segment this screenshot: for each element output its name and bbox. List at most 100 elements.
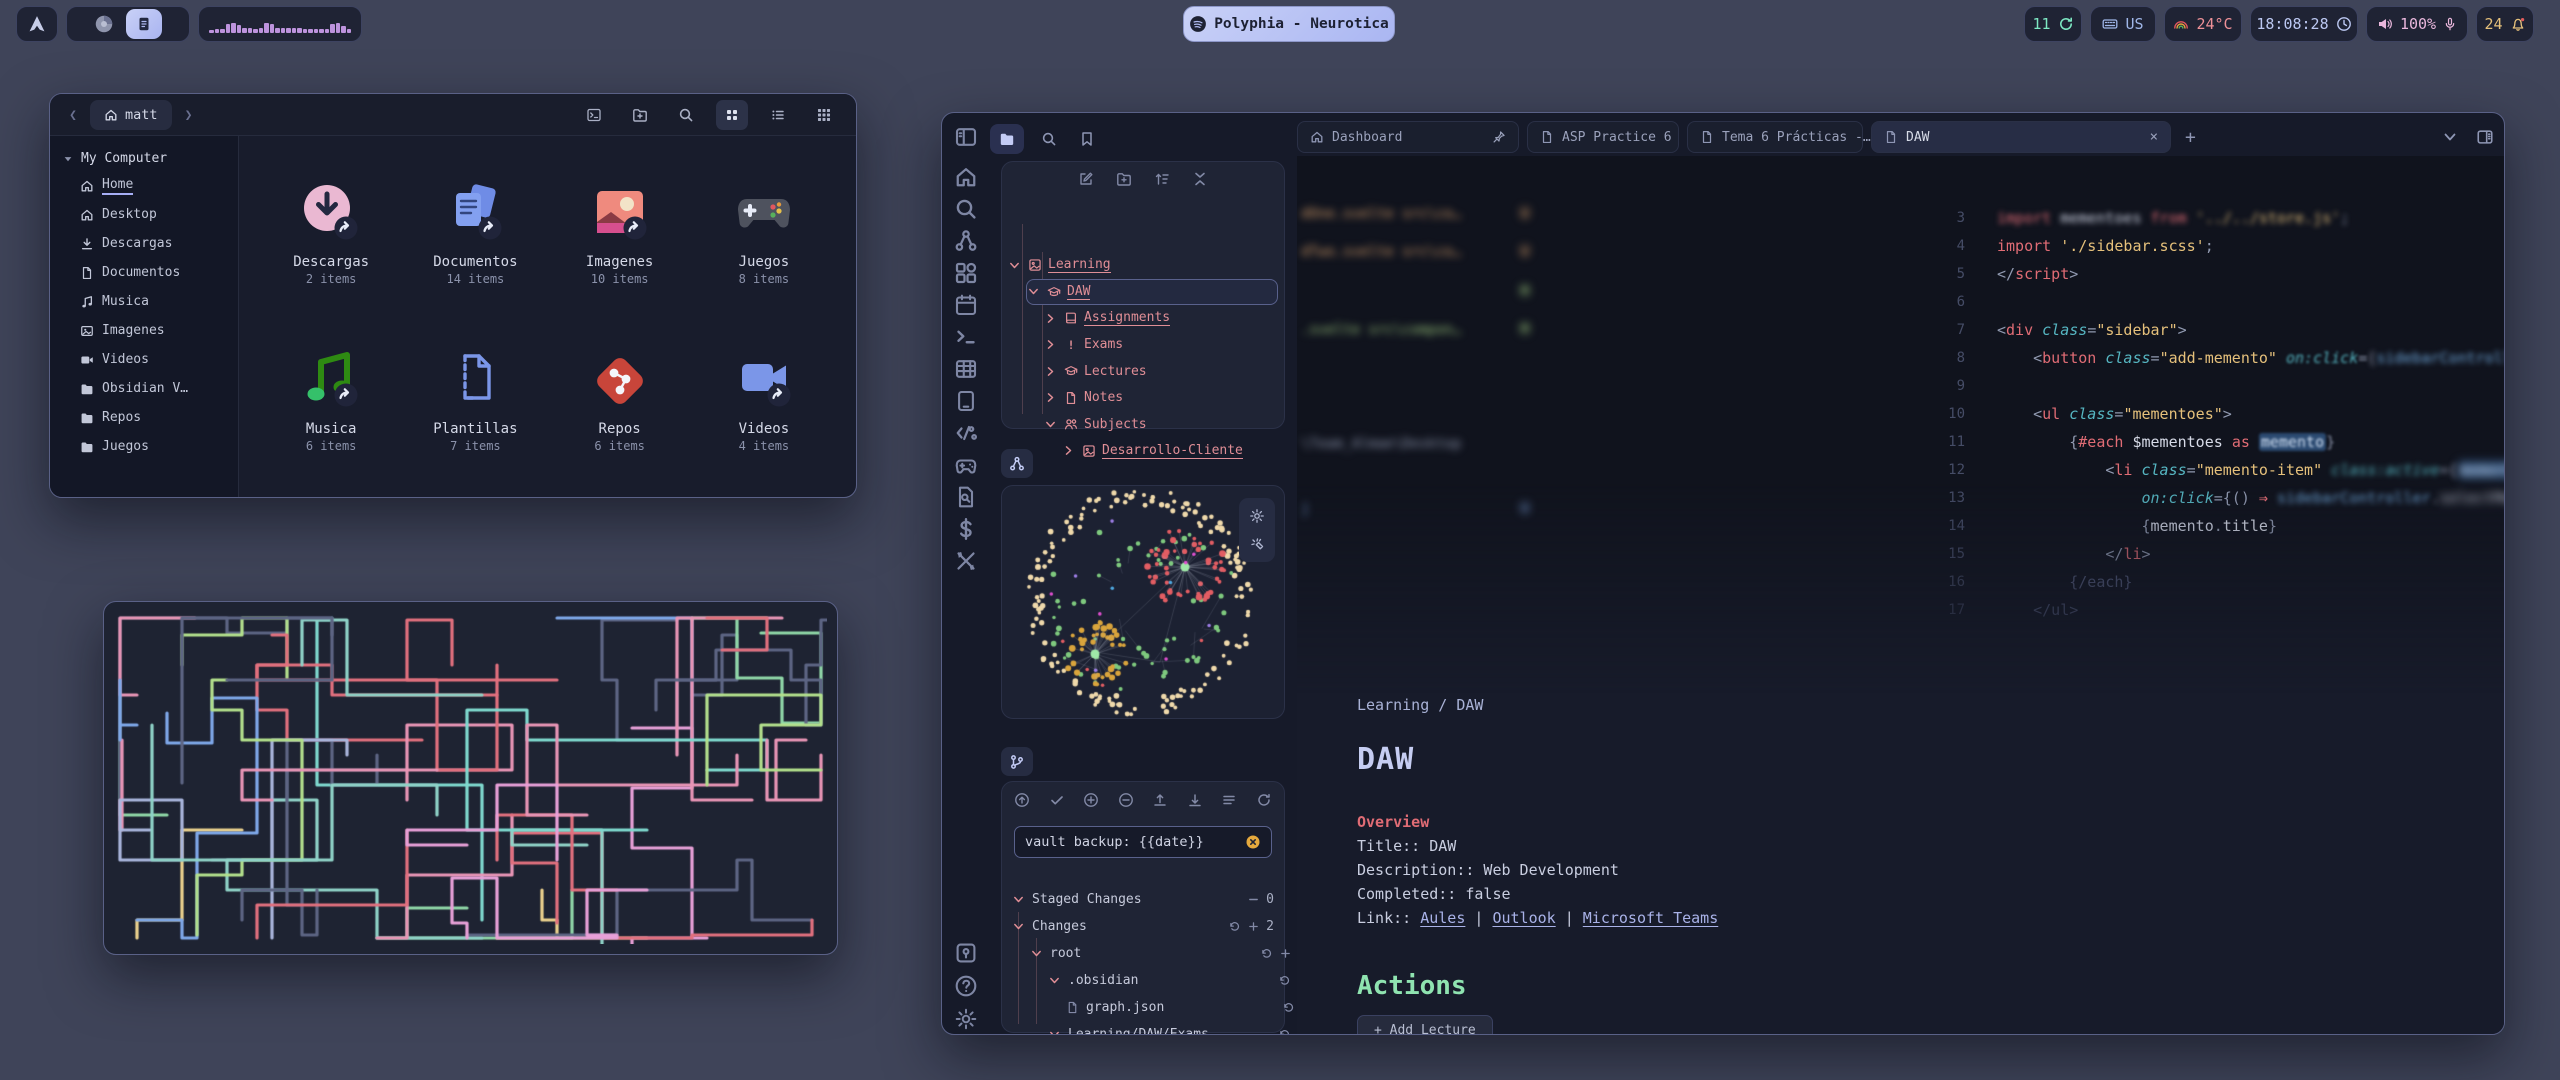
close-tab-icon[interactable]: × <box>2150 129 2158 145</box>
folder-tile[interactable]: Plantillas 7 items <box>403 317 547 484</box>
link-teams[interactable]: Microsoft Teams <box>1583 909 1718 927</box>
tab-dashboard[interactable]: Dashboard <box>1297 121 1519 153</box>
currency-ribbon-icon[interactable] <box>954 517 978 541</box>
canvas-ribbon-icon[interactable] <box>954 261 978 285</box>
search-ribbon-icon[interactable] <box>954 197 978 221</box>
sidebar-item[interactable]: Imagenes <box>50 316 238 345</box>
sidebar-root[interactable]: My Computer <box>50 146 238 171</box>
graph-settings-icon[interactable] <box>1249 508 1265 524</box>
tree-item[interactable]: Desarrollo-Cliente <box>1062 438 1278 464</box>
file-search-ribbon-icon[interactable] <box>954 485 978 509</box>
vault-switcher-icon[interactable] <box>954 941 978 965</box>
search-tab-chip[interactable] <box>1032 124 1066 154</box>
graph-view-tab[interactable] <box>1001 449 1033 478</box>
notifications-widget[interactable]: 24 <box>2476 6 2534 42</box>
toggle-right-sidebar-icon[interactable] <box>2476 128 2494 146</box>
active-app-chip[interactable] <box>126 9 162 39</box>
sidebar-item[interactable]: Videos <box>50 345 238 374</box>
commit-push-icon[interactable] <box>1014 792 1030 808</box>
git-change-row[interactable]: Staged Changes0 <box>1012 886 1274 912</box>
folder-tile[interactable]: Juegos 8 items <box>692 150 836 317</box>
app-switcher[interactable] <box>66 6 190 42</box>
sidebar-item[interactable]: Desktop <box>50 200 238 229</box>
compact-view-button[interactable] <box>808 100 840 130</box>
folder-tile[interactable]: Repos 6 items <box>548 317 692 484</box>
templater-ribbon-icon[interactable] <box>954 421 978 445</box>
link-outlook[interactable]: Outlook <box>1492 909 1555 927</box>
tablet-ribbon-icon[interactable] <box>954 389 978 413</box>
tools-ribbon-icon[interactable] <box>954 549 978 573</box>
git-change-row[interactable]: graph.jsonM <box>1066 994 1328 1020</box>
add-lecture-button[interactable]: + Add Lecture <box>1357 1015 1493 1035</box>
tab-list-chevron-icon[interactable] <box>2442 129 2458 145</box>
stage-all-icon[interactable] <box>1083 792 1099 808</box>
tree-item[interactable]: Lectures <box>1044 358 1278 384</box>
folder-tile[interactable]: Imagenes 10 items <box>548 150 692 317</box>
folder-tile[interactable]: Documentos 14 items <box>403 150 547 317</box>
git-change-row[interactable]: .obsidian <box>1048 967 1310 993</box>
media-widget[interactable]: Polyphia - Neurotica <box>1183 6 1395 42</box>
help-icon[interactable] <box>954 974 978 998</box>
keyboard-layout-widget[interactable]: US <box>2090 6 2156 42</box>
toggle-left-sidebar-icon[interactable] <box>954 125 978 149</box>
breadcrumb[interactable]: matt <box>90 100 172 130</box>
sort-icon[interactable] <box>1154 171 1170 187</box>
unstage-all-icon[interactable] <box>1118 792 1134 808</box>
list-view-button[interactable] <box>762 100 794 130</box>
gamepad-ribbon-icon[interactable] <box>954 453 978 477</box>
open-terminal-button[interactable] <box>578 100 610 130</box>
tab-daw[interactable]: DAW × <box>1871 121 2171 153</box>
sidebar-item[interactable]: Home <box>50 171 238 200</box>
collapse-all-icon[interactable] <box>1192 171 1208 187</box>
files-tab-chip[interactable] <box>990 124 1024 154</box>
calendar-ribbon-icon[interactable] <box>954 293 978 317</box>
new-folder-button[interactable] <box>624 100 656 130</box>
folder-tile[interactable]: Descargas 2 items <box>259 150 403 317</box>
search-button[interactable] <box>670 100 702 130</box>
refresh-icon[interactable] <box>1256 792 1272 808</box>
terminal-ribbon-icon[interactable] <box>954 325 978 349</box>
tree-item[interactable]: !Exams <box>1044 332 1278 358</box>
commit-message-input[interactable]: vault backup: {{date}} <box>1014 826 1272 858</box>
note-breadcrumb[interactable]: Learning / DAW <box>1357 696 2474 714</box>
settings-icon[interactable] <box>954 1007 978 1031</box>
tree-item[interactable]: Subjects <box>1044 411 1278 437</box>
tree-item[interactable]: Learning <box>1008 252 1278 278</box>
bookmarks-tab-chip[interactable] <box>1070 124 1104 154</box>
new-tab-button[interactable]: + <box>2185 127 2196 148</box>
weather-widget[interactable]: 24°C <box>2164 6 2242 42</box>
sidebar-item[interactable]: Juegos <box>50 432 238 461</box>
audio-widget[interactable]: 100% <box>2366 6 2468 42</box>
pull-icon[interactable] <box>1187 792 1203 808</box>
git-change-row[interactable]: Learning/DAW/Exams <box>1048 1021 1310 1035</box>
table-ribbon-icon[interactable] <box>954 357 978 381</box>
sidebar-item[interactable]: Musica <box>50 287 238 316</box>
folder-tile[interactable]: Musica 6 items <box>259 317 403 484</box>
tree-item[interactable]: Notes <box>1044 385 1278 411</box>
git-change-row[interactable]: root <box>1030 940 1292 966</box>
commit-icon[interactable] <box>1049 792 1065 808</box>
new-folder-icon[interactable] <box>1116 171 1132 187</box>
sidebar-item[interactable]: Descargas <box>50 229 238 258</box>
change-list-icon[interactable] <box>1221 792 1237 808</box>
grid-view-button[interactable] <box>716 100 748 130</box>
link-aules[interactable]: Aules <box>1420 909 1465 927</box>
push-icon[interactable] <box>1152 792 1168 808</box>
tree-item[interactable]: Assignments <box>1044 305 1278 331</box>
forward-button[interactable]: ❯ <box>180 108 198 123</box>
tree-item[interactable]: DAW <box>1026 279 1278 305</box>
git-tab[interactable] <box>1001 747 1033 776</box>
tab-tema-practicas[interactable]: Tema 6 Prácticas -… <box>1687 121 1863 153</box>
clear-message-icon[interactable] <box>1245 834 1261 850</box>
new-note-icon[interactable] <box>1078 171 1094 187</box>
folder-tile[interactable]: Videos 4 items <box>692 317 836 484</box>
arch-launcher-button[interactable] <box>16 6 58 42</box>
tab-asp-practice[interactable]: ASP Practice 6 <box>1527 121 1679 153</box>
home-ribbon-icon[interactable] <box>954 165 978 189</box>
updates-widget[interactable]: 11 <box>2024 6 2082 42</box>
git-change-row[interactable]: Changes2 <box>1012 913 1274 939</box>
sidebar-item[interactable]: Obsidian V… <box>50 374 238 403</box>
back-button[interactable]: ❮ <box>64 108 82 123</box>
graph-wand-icon[interactable] <box>1249 536 1265 552</box>
sidebar-item[interactable]: Repos <box>50 403 238 432</box>
